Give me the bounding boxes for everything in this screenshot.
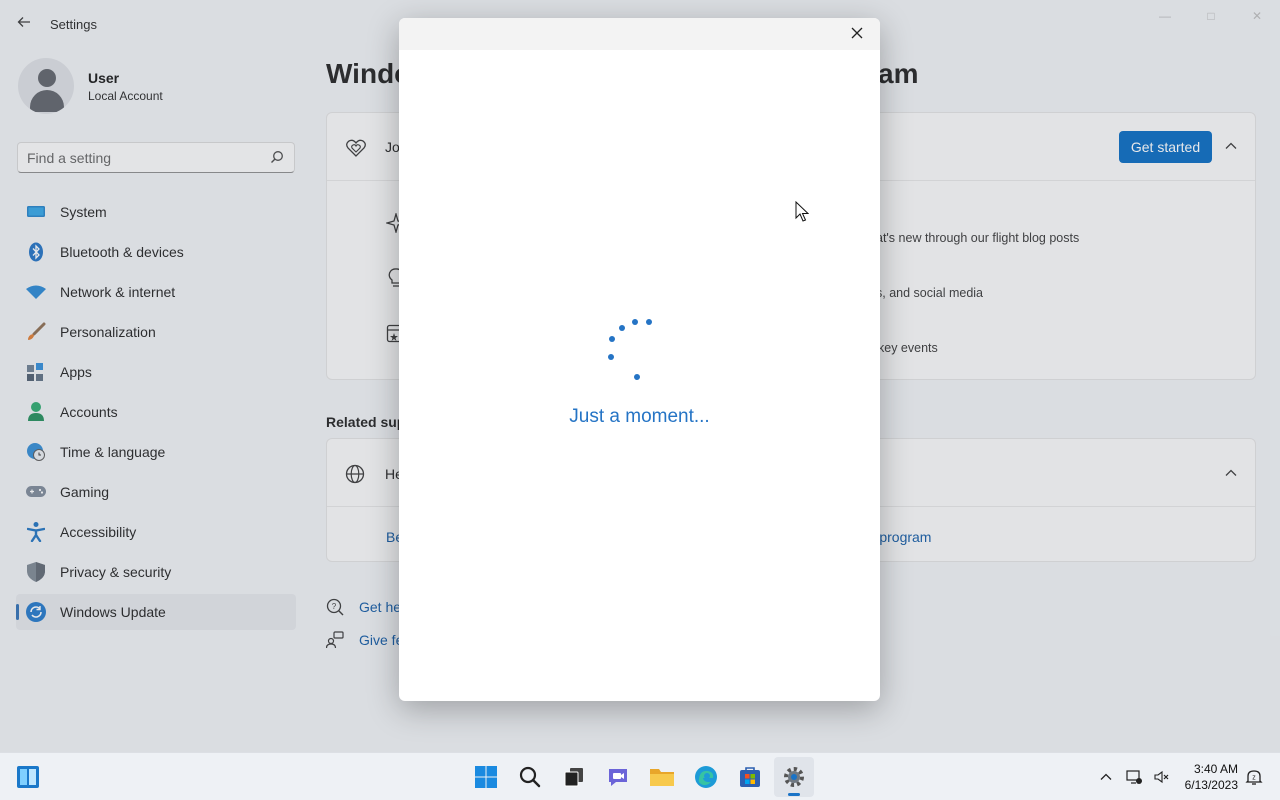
taskbar-clock[interactable]: 3:40 AM 6/13/2023: [1176, 761, 1238, 793]
file-explorer-button[interactable]: [642, 757, 682, 797]
store-icon: [740, 767, 760, 787]
widgets-icon: [17, 766, 39, 788]
clock-time: 3:40 AM: [1193, 762, 1238, 776]
task-view-button[interactable]: [554, 757, 594, 797]
mouse-cursor-icon: [795, 201, 809, 222]
gear-icon: [784, 767, 804, 787]
task-view-icon: [564, 768, 583, 787]
svg-text:z: z: [1252, 775, 1256, 782]
settings-button[interactable]: [774, 757, 814, 797]
chat-icon: [609, 769, 627, 786]
widgets-button[interactable]: [16, 765, 40, 789]
system-tray: [1098, 769, 1182, 785]
loading-status-text: Just a moment...: [569, 406, 710, 427]
taskbar: 3:40 AM 6/13/2023 z: [0, 752, 1280, 800]
dialog-title-bar: [399, 18, 880, 50]
volume-button[interactable]: [1154, 769, 1170, 785]
notification-center-button[interactable]: z: [1245, 768, 1263, 786]
volume-muted-icon: [1154, 770, 1169, 784]
clock-date: 6/13/2023: [1184, 778, 1238, 792]
network-status-button[interactable]: [1126, 769, 1142, 785]
search-button[interactable]: [510, 757, 550, 797]
edge-icon: [695, 766, 717, 788]
search-icon: [519, 766, 541, 788]
teams-button[interactable]: [598, 757, 638, 797]
close-icon: [851, 27, 863, 39]
chevron-up-icon: [1100, 773, 1112, 780]
notification-icon: z: [1245, 770, 1263, 785]
show-hidden-icons-button[interactable]: [1098, 769, 1114, 785]
folder-icon: [650, 769, 674, 786]
store-button[interactable]: [730, 757, 770, 797]
loading-dialog: Just a moment...: [399, 18, 880, 701]
network-disconnected-icon: [1126, 770, 1142, 784]
close-button[interactable]: [844, 23, 870, 45]
taskbar-apps: [466, 757, 818, 797]
edge-button[interactable]: [686, 757, 726, 797]
loading-spinner: [598, 312, 658, 382]
windows-logo-icon: [475, 766, 497, 788]
start-button[interactable]: [466, 757, 506, 797]
